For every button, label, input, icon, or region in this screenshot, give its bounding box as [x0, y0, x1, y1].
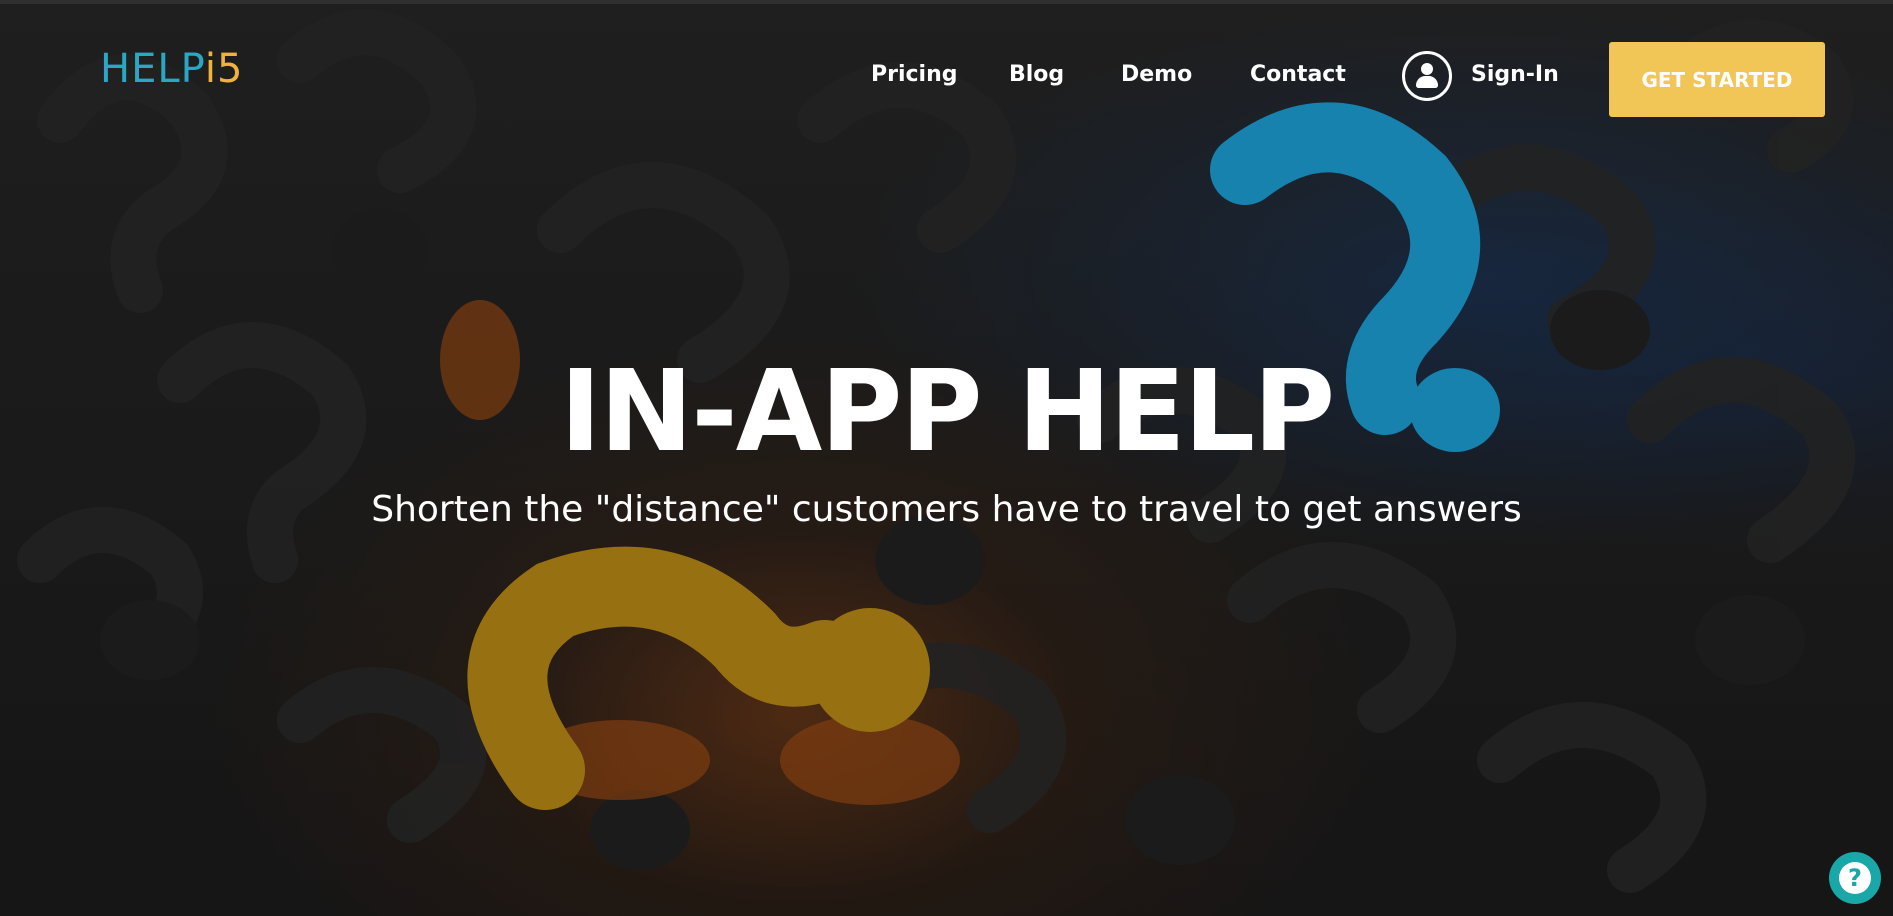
get-started-button[interactable]: GET STARTED: [1609, 42, 1825, 117]
hero-title: IN-APP HELP: [559, 347, 1335, 477]
user-circle-icon[interactable]: [1402, 51, 1452, 101]
sign-in-link[interactable]: Sign-In: [1471, 62, 1559, 87]
landing-page: HELPi5 Pricing Blog Demo Contact Sign-In…: [0, 0, 1893, 916]
nav-link-demo[interactable]: Demo: [1121, 62, 1192, 87]
hero-subtitle: Shorten the "distance" customers have to…: [371, 489, 1522, 530]
nav-link-contact[interactable]: Contact: [1250, 62, 1346, 87]
nav-link-blog[interactable]: Blog: [1009, 62, 1064, 87]
question-mark-icon: ?: [1839, 862, 1871, 894]
help-widget-button[interactable]: ?: [1829, 852, 1881, 904]
nav-link-pricing[interactable]: Pricing: [871, 62, 958, 87]
